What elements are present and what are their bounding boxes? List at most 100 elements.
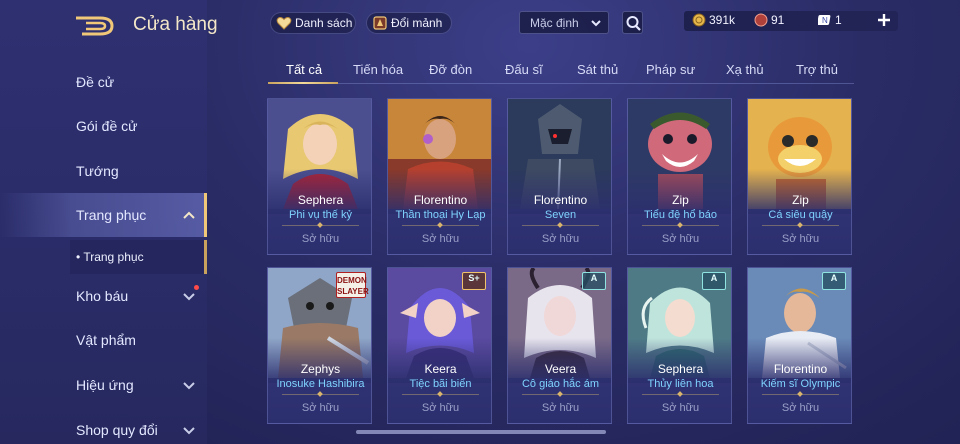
- hero-name: Sephera: [657, 362, 704, 376]
- shard-icon: [373, 16, 387, 30]
- tier-badge: A: [822, 272, 846, 290]
- sidebar-item-skins[interactable]: Trang phục: [0, 193, 207, 237]
- owned-status: Sở hữu: [781, 402, 820, 414]
- skin-card[interactable]: DEMON SLAYER Zephys Inosuke Hashibira Sở …: [267, 267, 372, 424]
- skin-card[interactable]: Sephera Phi vụ thế kỷ Sở hữu: [267, 98, 372, 255]
- home-indicator: [356, 430, 606, 434]
- sidebar-item-items[interactable]: Vật phẩm: [0, 318, 207, 362]
- skin-card[interactable]: A Sephera Thủy liên hoa Sở hữu: [627, 267, 732, 424]
- voucher-amount: 1: [835, 13, 842, 27]
- tab-evolving[interactable]: Tiến hóa: [353, 62, 403, 77]
- sidebar-item-label: Vật phẩm: [76, 332, 136, 348]
- sidebar-subitem-skins[interactable]: • Trang phục: [70, 240, 207, 274]
- sort-value: Mặc định: [530, 15, 579, 30]
- sidebar-subitem-label: • Trang phục: [76, 250, 144, 264]
- divider: [762, 225, 839, 226]
- ruby-icon: [754, 13, 768, 27]
- wishlist-button[interactable]: Danh sách: [270, 12, 356, 34]
- tab-fighter[interactable]: Đấu sĩ: [505, 62, 543, 77]
- gold-amount: 391k: [709, 13, 736, 27]
- hero-name: Florentino: [533, 193, 588, 207]
- owned-status: Sở hữu: [301, 233, 340, 245]
- divider: [522, 394, 599, 395]
- hero-name: Zip: [672, 193, 689, 207]
- wishlist-label: Danh sách: [295, 16, 353, 30]
- search-icon: [626, 16, 641, 31]
- skin-name: Tiểu đệ hổ báo: [644, 209, 717, 221]
- skin-card[interactable]: Florentino Thần thoại Hy Lạp Sở hữu: [387, 98, 492, 255]
- sidebar-item-label: Gói đề cử: [76, 118, 138, 134]
- add-currency-icon[interactable]: [876, 12, 892, 28]
- sidebar-item-label: Shop quy đổi: [76, 422, 158, 438]
- owned-status: Sở hữu: [541, 233, 580, 245]
- skin-name: Seven: [544, 209, 577, 221]
- owned-status: Sở hữu: [781, 233, 820, 245]
- svg-text:N: N: [822, 16, 828, 25]
- chevron-down-icon: [591, 20, 601, 27]
- chevron-up-icon: [183, 211, 195, 219]
- owned-status: Sở hữu: [541, 402, 580, 414]
- chevron-down-icon: [183, 382, 195, 390]
- owned-status: Sở hữu: [301, 402, 340, 414]
- sidebar-item-heroes[interactable]: Tướng: [0, 149, 207, 193]
- sidebar-item-effects[interactable]: Hiệu ứng: [0, 363, 207, 407]
- sidebar-item-label: Kho báu: [76, 288, 129, 304]
- sort-select[interactable]: Mặc định: [519, 11, 609, 34]
- tier-badge: S+: [462, 272, 486, 290]
- tab-mage[interactable]: Pháp sư: [646, 62, 695, 77]
- owned-status: Sở hữu: [421, 233, 460, 245]
- voucher-balance: N 1: [818, 13, 842, 27]
- back-icon[interactable]: [74, 14, 116, 36]
- skin-card[interactable]: Zip Cá siêu quậy Sở hữu: [747, 98, 852, 255]
- sidebar-item-label: Đề cử: [76, 74, 115, 90]
- hero-name: Zip: [792, 193, 809, 207]
- skin-name: Kiếm sĩ Olympic: [760, 378, 841, 390]
- skin-name: Cá siêu quậy: [768, 209, 833, 221]
- owned-status: Sở hữu: [421, 402, 460, 414]
- tab-marksman[interactable]: Xạ thủ: [726, 62, 764, 77]
- collab-badge: DEMON SLAYER: [336, 272, 369, 298]
- exchange-label: Đổi mảnh: [391, 16, 443, 30]
- heart-icon: [276, 17, 292, 30]
- divider: [522, 225, 599, 226]
- hero-name: Keera: [424, 362, 457, 376]
- skin-card[interactable]: A Veera Cô giáo hắc ám Sở hữu: [507, 267, 612, 424]
- skin-card[interactable]: Zip Tiểu đệ hổ báo Sở hữu: [627, 98, 732, 255]
- divider: [642, 394, 719, 395]
- sidebar-item-label: Hiệu ứng: [76, 377, 134, 393]
- skin-name: Thần thoại Hy Lạp: [395, 209, 486, 221]
- skin-name: Cô giáo hắc ám: [521, 378, 600, 390]
- skin-card[interactable]: A Florentino Kiếm sĩ Olympic Sở hữu: [747, 267, 852, 424]
- tab-all[interactable]: Tất cả: [286, 62, 322, 77]
- voucher-icon: N: [818, 15, 831, 25]
- search-button[interactable]: [622, 11, 643, 34]
- tab-support[interactable]: Trợ thủ: [796, 62, 838, 77]
- skin-name: Phi vụ thế kỷ: [289, 209, 352, 221]
- tab-assassin[interactable]: Sát thủ: [577, 62, 618, 77]
- gold-balance: 391k: [692, 13, 735, 27]
- sidebar-item-treasure[interactable]: Kho báu: [0, 274, 207, 318]
- owned-status: Sở hữu: [661, 402, 700, 414]
- hero-name: Florentino: [773, 362, 828, 376]
- skin-card[interactable]: Florentino Seven Sở hữu: [507, 98, 612, 255]
- skin-card[interactable]: S+ Keera Tiệc bãi biển Sở hữu: [387, 267, 492, 424]
- sidebar-item-label: Tướng: [76, 163, 119, 179]
- page-title: Cửa hàng: [133, 14, 218, 35]
- sidebar-item-bundles[interactable]: Gói đề cử: [0, 104, 207, 148]
- divider: [282, 225, 359, 226]
- hero-name: Sephera: [297, 193, 344, 207]
- category-tabs: Tất cả Tiến hóa Đỡ đòn Đấu sĩ Sát thủ Ph…: [268, 56, 854, 84]
- divider: [282, 394, 359, 395]
- sidebar: Cửa hàng Đề cử Gói đề cử Tướng Trang phụ…: [0, 0, 218, 444]
- hero-name: Veera: [544, 362, 577, 376]
- skin-name: Inosuke Hashibira: [276, 378, 365, 390]
- sidebar-item-recommended[interactable]: Đề cử: [0, 60, 207, 104]
- tab-tank[interactable]: Đỡ đòn: [429, 62, 472, 77]
- divider: [402, 225, 479, 226]
- active-tab-indicator: [268, 82, 338, 84]
- exchange-shards-button[interactable]: Đổi mảnh: [366, 12, 452, 34]
- divider: [402, 394, 479, 395]
- sidebar-item-exchange-shop[interactable]: Shop quy đổi: [0, 408, 207, 444]
- chevron-down-icon: [183, 293, 195, 301]
- skin-name: Tiệc bãi biển: [409, 378, 472, 390]
